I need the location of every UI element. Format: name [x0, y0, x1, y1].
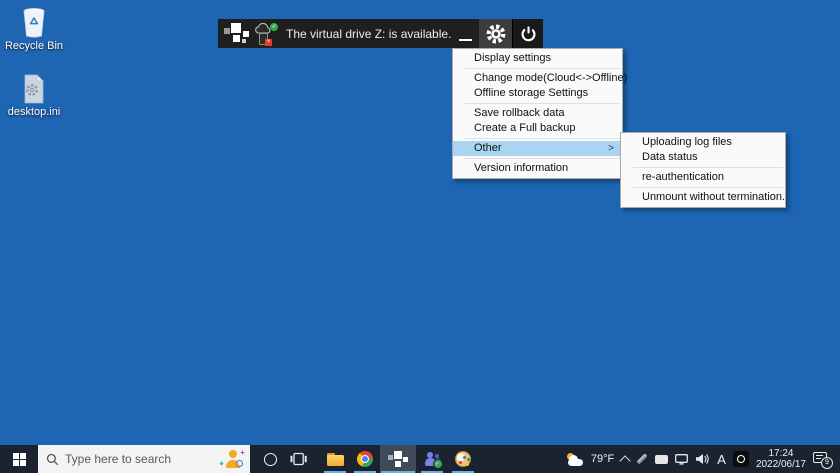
settings-context-menu: Display settings Change mode(Cloud<->Off… — [452, 48, 623, 179]
desktop: Recycle Bin desktop.ini ✓ × The virtual … — [0, 0, 840, 473]
minimize-icon — [459, 39, 472, 42]
other-submenu: Uploading log files Data status re-authe… — [620, 132, 786, 208]
temperature-label[interactable]: 79°F — [591, 453, 614, 465]
menu-separator — [465, 158, 620, 159]
task-view-button[interactable] — [284, 445, 312, 473]
desktop-icon-recycle-bin[interactable]: Recycle Bin — [4, 6, 64, 52]
pen-tray-icon[interactable] — [637, 454, 648, 465]
menu-separator — [465, 103, 620, 104]
connection-status: ✓ × — [255, 21, 277, 46]
menu-item-version-information[interactable]: Version information — [453, 161, 622, 176]
clock-time: 17:24 — [756, 448, 806, 459]
task-view-icon — [290, 452, 307, 466]
menu-item-other[interactable]: Other > — [453, 141, 622, 156]
recycle-bin-icon — [21, 6, 47, 38]
menu-item-label: Other — [474, 142, 502, 154]
device-tray-icon[interactable] — [655, 455, 668, 464]
cloud-ok-badge-icon: ✓ — [270, 23, 278, 31]
submenu-arrow-icon: > — [608, 141, 614, 156]
power-button[interactable] — [512, 19, 543, 48]
menu-item-create-full-backup[interactable]: Create a Full backup — [453, 121, 622, 136]
app-logo-icon — [224, 23, 250, 44]
desktop-icon-desktop-ini[interactable]: desktop.ini — [4, 74, 64, 118]
search-highlights-icon — [219, 449, 245, 469]
ime-indicator[interactable]: A — [717, 452, 726, 467]
teams-icon: ✓ — [423, 452, 442, 467]
cortana-button[interactable] — [256, 445, 284, 473]
app-logo-icon — [388, 451, 408, 468]
taskbar: ✓ 79°F A — [0, 445, 840, 473]
clock[interactable]: 17:24 2022/06/17 — [756, 448, 806, 470]
gear-icon — [485, 23, 507, 45]
submenu-item-data-status[interactable]: Data status — [621, 150, 785, 165]
presence-badge-icon: ✓ — [433, 459, 443, 469]
menu-item-offline-storage-settings[interactable]: Offline storage Settings — [453, 86, 622, 101]
menu-item-change-mode[interactable]: Change mode(Cloud<->Offline) — [453, 71, 622, 86]
network-icon[interactable] — [675, 454, 688, 465]
paint-app-button[interactable] — [448, 445, 478, 473]
virtual-drive-app-button[interactable] — [380, 445, 416, 473]
submenu-item-uploading-log-files[interactable]: Uploading log files — [621, 135, 785, 150]
submenu-item-re-authentication[interactable]: re-authentication — [621, 170, 785, 185]
clock-date: 2022/06/17 — [756, 459, 806, 470]
cortana-icon — [264, 453, 277, 466]
ini-file-icon — [22, 74, 46, 104]
notification-badge: 9 — [821, 457, 833, 469]
app-tray-icon[interactable] — [733, 451, 749, 467]
chrome-button[interactable] — [350, 445, 380, 473]
teams-button[interactable]: ✓ — [416, 445, 448, 473]
desktop-icon-label: Recycle Bin — [4, 40, 64, 52]
menu-separator — [633, 167, 783, 168]
minimize-button[interactable] — [451, 19, 479, 48]
windows-logo-icon — [13, 453, 26, 466]
virtual-drive-toolbar: ✓ × The virtual drive Z: is available. — [218, 19, 514, 48]
menu-separator — [633, 187, 783, 188]
taskbar-search[interactable] — [38, 445, 250, 473]
menu-separator — [465, 68, 620, 69]
weather-icon[interactable] — [566, 453, 584, 466]
show-hidden-icons-chevron-icon[interactable] — [620, 455, 631, 466]
device-error-badge-icon: × — [265, 39, 272, 46]
power-icon — [519, 24, 538, 43]
desktop-icon-label: desktop.ini — [4, 106, 64, 118]
search-icon — [46, 453, 59, 466]
folder-icon — [327, 453, 344, 466]
system-tray: 79°F A 17:24 2022/06/17 9 — [566, 448, 840, 470]
toolbar-message: The virtual drive Z: is available. — [286, 27, 451, 41]
menu-separator — [465, 138, 620, 139]
volume-icon[interactable] — [695, 453, 710, 465]
start-button[interactable] — [0, 445, 38, 473]
settings-button[interactable] — [479, 19, 512, 48]
chrome-icon — [357, 451, 373, 467]
menu-item-save-rollback-data[interactable]: Save rollback data — [453, 106, 622, 121]
submenu-item-unmount-without-termination[interactable]: Unmount without termination. — [621, 190, 785, 205]
search-input[interactable] — [63, 451, 219, 467]
file-explorer-button[interactable] — [320, 445, 350, 473]
notification-center-button[interactable]: 9 — [813, 451, 833, 468]
menu-item-display-settings[interactable]: Display settings — [453, 51, 622, 66]
palette-icon — [455, 451, 471, 467]
